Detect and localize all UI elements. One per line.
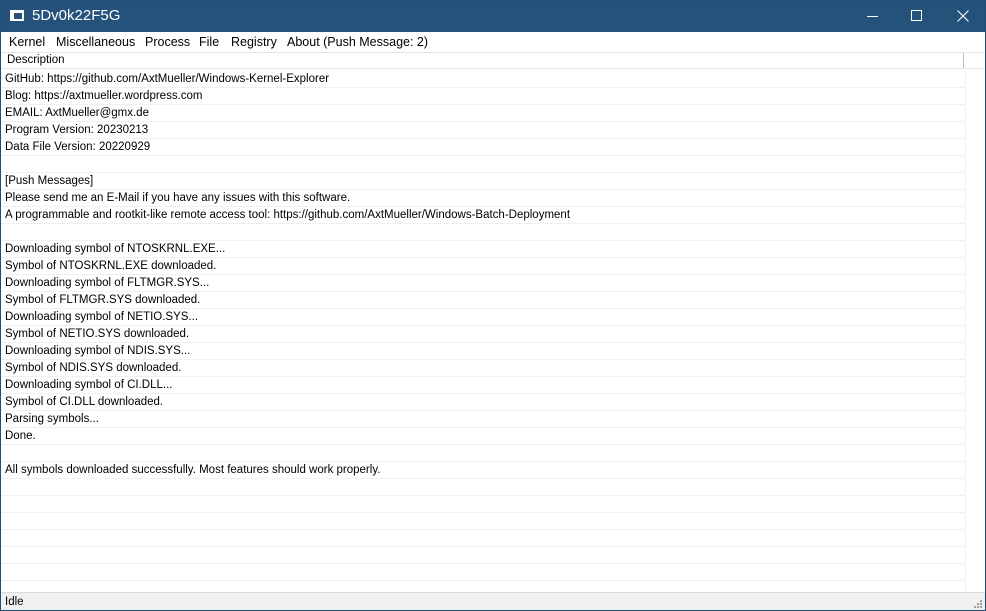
list-item-text: Program Version: 20230213 bbox=[5, 124, 149, 136]
list-item[interactable]: Symbol of NETIO.SYS downloaded. bbox=[1, 326, 965, 343]
list-item[interactable]: A programmable and rootkit-like remote a… bbox=[1, 207, 965, 224]
list-item[interactable]: Symbol of CI.DLL downloaded. bbox=[1, 394, 965, 411]
message-list[interactable]: GitHub: https://github.com/AxtMueller/Wi… bbox=[1, 71, 985, 592]
list-item[interactable]: Program Version: 20230213 bbox=[1, 122, 965, 139]
list-item-text: All symbols downloaded successfully. Mos… bbox=[5, 464, 381, 476]
minimize-button[interactable] bbox=[850, 1, 896, 32]
list-item-text: Symbol of NETIO.SYS downloaded. bbox=[5, 328, 190, 340]
list-item[interactable] bbox=[1, 445, 965, 462]
menu-bar: Kernel Miscellaneous Process File Regist… bbox=[1, 32, 985, 52]
list-item-text: Downloading symbol of NTOSKRNL.EXE... bbox=[5, 243, 226, 255]
close-button[interactable] bbox=[940, 1, 986, 32]
list-item-text: Please send me an E-Mail if you have any… bbox=[5, 192, 351, 204]
list-item[interactable]: Symbol of NDIS.SYS downloaded. bbox=[1, 360, 965, 377]
list-item[interactable]: Downloading symbol of NETIO.SYS... bbox=[1, 309, 965, 326]
resize-grip-icon[interactable] bbox=[971, 597, 983, 609]
list-item[interactable]: Downloading symbol of CI.DLL... bbox=[1, 377, 965, 394]
list-header: Description bbox=[1, 52, 985, 69]
list-item-text: Symbol of NDIS.SYS downloaded. bbox=[5, 362, 182, 374]
list-item[interactable]: Parsing symbols... bbox=[1, 411, 965, 428]
window-title: 5Dv0k22F5G bbox=[32, 7, 121, 24]
list-item[interactable]: Downloading symbol of NTOSKRNL.EXE... bbox=[1, 241, 965, 258]
list-item[interactable] bbox=[1, 547, 965, 564]
list-item-text: Blog: https://axtmueller.wordpress.com bbox=[5, 90, 203, 102]
list-item[interactable]: All symbols downloaded successfully. Mos… bbox=[1, 462, 965, 479]
list-item-text: EMAIL: AxtMueller@gmx.de bbox=[5, 107, 149, 119]
list-item[interactable] bbox=[1, 479, 965, 496]
list-item-text: Downloading symbol of CI.DLL... bbox=[5, 379, 173, 391]
list-item[interactable]: EMAIL: AxtMueller@gmx.de bbox=[1, 105, 965, 122]
list-item-text: Downloading symbol of FLTMGR.SYS... bbox=[5, 277, 210, 289]
list-item-text: [Push Messages] bbox=[5, 175, 94, 187]
list-item-text: Downloading symbol of NETIO.SYS... bbox=[5, 311, 199, 323]
minimize-icon bbox=[867, 16, 878, 17]
maximize-icon bbox=[911, 10, 922, 21]
window-icon[interactable] bbox=[10, 10, 24, 21]
list-item-text: GitHub: https://github.com/AxtMueller/Wi… bbox=[5, 73, 330, 85]
close-icon bbox=[957, 10, 969, 22]
column-header-description[interactable]: Description bbox=[1, 53, 964, 68]
menu-process[interactable]: Process bbox=[145, 34, 190, 50]
list-item-text: Done. bbox=[5, 430, 36, 442]
list-item-text: Data File Version: 20220929 bbox=[5, 141, 151, 153]
menu-kernel[interactable]: Kernel bbox=[9, 34, 45, 50]
menu-about[interactable]: About (Push Message: 2) bbox=[287, 34, 428, 50]
list-item[interactable]: Downloading symbol of FLTMGR.SYS... bbox=[1, 275, 965, 292]
list-item-text: Symbol of FLTMGR.SYS downloaded. bbox=[5, 294, 201, 306]
list-item[interactable] bbox=[1, 496, 965, 513]
list-item-text: Parsing symbols... bbox=[5, 413, 99, 425]
column-header-label: Description bbox=[7, 54, 65, 66]
title-bar[interactable]: 5Dv0k22F5G bbox=[1, 1, 985, 32]
list-column-divider bbox=[965, 71, 966, 592]
list-item-text: A programmable and rootkit-like remote a… bbox=[5, 209, 571, 221]
list-item[interactable] bbox=[1, 156, 965, 173]
status-text: Idle bbox=[5, 596, 24, 608]
list-item[interactable]: Blog: https://axtmueller.wordpress.com bbox=[1, 88, 965, 105]
list-item[interactable] bbox=[1, 564, 965, 581]
list-item[interactable]: Symbol of FLTMGR.SYS downloaded. bbox=[1, 292, 965, 309]
list-item-text: Symbol of NTOSKRNL.EXE downloaded. bbox=[5, 260, 217, 272]
list-item[interactable]: Downloading symbol of NDIS.SYS... bbox=[1, 343, 965, 360]
list-item[interactable]: GitHub: https://github.com/AxtMueller/Wi… bbox=[1, 71, 965, 88]
list-item[interactable]: Data File Version: 20220929 bbox=[1, 139, 965, 156]
list-item[interactable]: Done. bbox=[1, 428, 965, 445]
menu-miscellaneous[interactable]: Miscellaneous bbox=[56, 34, 135, 50]
menu-file[interactable]: File bbox=[199, 34, 219, 50]
list-item[interactable] bbox=[1, 530, 965, 547]
list-item-text: Symbol of CI.DLL downloaded. bbox=[5, 396, 164, 408]
status-bar: Idle bbox=[1, 592, 985, 610]
list-item-text: Downloading symbol of NDIS.SYS... bbox=[5, 345, 191, 357]
list-item[interactable] bbox=[1, 224, 965, 241]
maximize-button[interactable] bbox=[894, 1, 940, 32]
list-item[interactable] bbox=[1, 513, 965, 530]
main-window: 5Dv0k22F5G Kernel Miscellaneous Process … bbox=[0, 0, 986, 611]
list-item[interactable]: Please send me an E-Mail if you have any… bbox=[1, 190, 965, 207]
list-item[interactable]: [Push Messages] bbox=[1, 173, 965, 190]
list-item[interactable]: Symbol of NTOSKRNL.EXE downloaded. bbox=[1, 258, 965, 275]
menu-registry[interactable]: Registry bbox=[231, 34, 277, 50]
